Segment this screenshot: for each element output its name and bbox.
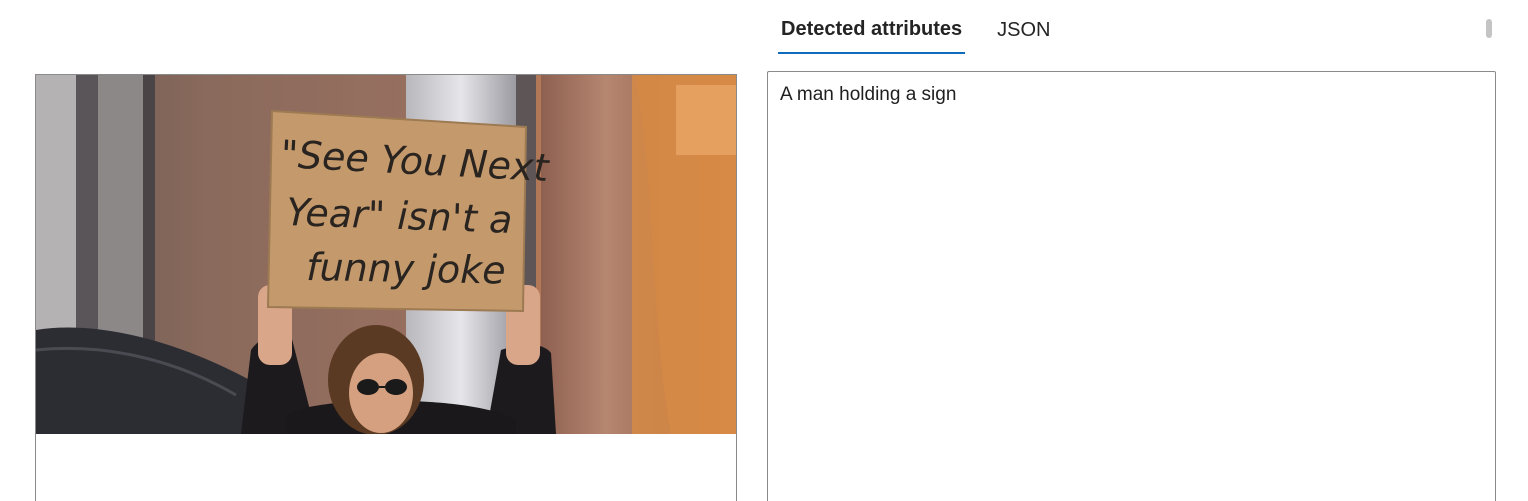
result-tabs: Detected attributes JSON [778, 6, 1054, 56]
detected-attributes-box[interactable]: A man holding a sign [767, 71, 1496, 501]
sign-line-2: Year" isn't a [286, 190, 513, 242]
tab-json[interactable]: JSON [994, 6, 1053, 54]
scrollbar-thumb[interactable] [1486, 19, 1492, 38]
tab-detected-attributes[interactable]: Detected attributes [778, 6, 966, 54]
analyzed-photo: "See You Next Year" isn't a funny joke [36, 75, 736, 434]
tab-json-label: JSON [997, 18, 1051, 41]
image-preview-panel: "See You Next Year" isn't a funny joke [35, 74, 737, 501]
sign-line-3: funny joke [306, 245, 506, 292]
vision-analysis-page: "See You Next Year" isn't a funny joke D… [0, 0, 1528, 501]
caption-text: A man holding a sign [780, 84, 957, 105]
tab-detected-attributes-label: Detected attributes [781, 17, 963, 40]
